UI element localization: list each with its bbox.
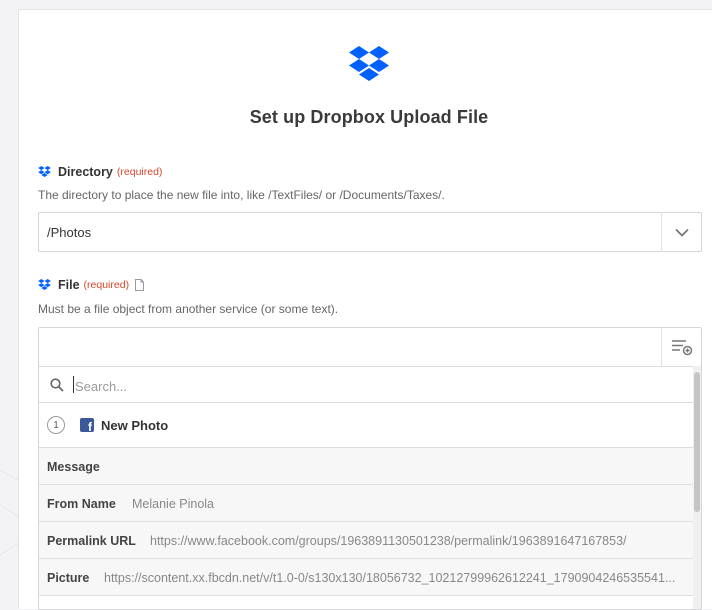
file-label: File xyxy=(58,278,80,292)
insert-data-icon xyxy=(671,340,692,356)
scrollbar-thumb[interactable] xyxy=(694,372,700,512)
file-help-text: Must be a file object from another servi… xyxy=(38,302,339,316)
dropbox-logo-icon xyxy=(349,46,389,81)
directory-select[interactable]: /Photos xyxy=(38,212,702,252)
dropbox-icon xyxy=(38,279,51,291)
directory-help-text: The directory to place the new file into… xyxy=(38,188,445,202)
document-icon xyxy=(135,279,145,291)
directory-label: Directory xyxy=(58,165,113,179)
directory-dropdown-button[interactable] xyxy=(661,213,701,251)
data-picker-dropdown: 1 f New Photo Message From Name Melanie … xyxy=(38,366,702,610)
picker-row-picture[interactable]: Picture https://scontent.xx.fbcdn.net/v/… xyxy=(39,559,695,596)
picker-row-message[interactable]: Message xyxy=(39,448,695,485)
picker-row-permalink-url[interactable]: Permalink URL https://www.facebook.com/g… xyxy=(39,522,695,559)
row-key: From Name xyxy=(47,497,116,511)
insert-data-button[interactable] xyxy=(661,328,701,366)
step-number-badge: 1 xyxy=(47,416,65,434)
row-key: Permalink URL xyxy=(47,534,136,548)
picker-scrollbar[interactable] xyxy=(693,366,701,609)
setup-card: Set up Dropbox Upload File Directory (re… xyxy=(18,9,712,610)
picker-step-row[interactable]: 1 f New Photo xyxy=(39,403,701,448)
picker-search-input[interactable] xyxy=(73,375,677,397)
directory-value: /Photos xyxy=(47,225,92,240)
row-key: Picture xyxy=(47,571,90,585)
search-icon xyxy=(50,378,64,392)
directory-required-tag: (required) xyxy=(116,166,163,178)
directory-label-row: Directory (required) xyxy=(38,165,162,179)
picker-row-from-name[interactable]: From Name Melanie Pinola xyxy=(39,485,695,522)
text-cursor xyxy=(73,376,74,393)
facebook-icon: f xyxy=(80,418,94,434)
step-label: New Photo xyxy=(101,418,169,433)
file-label-row: File (required) xyxy=(38,278,145,292)
file-required-tag: (required) xyxy=(83,279,130,291)
picker-search-row xyxy=(39,366,701,403)
file-input[interactable] xyxy=(38,327,702,367)
dropbox-icon xyxy=(38,166,51,178)
row-value: https://www.facebook.com/groups/19638911… xyxy=(150,534,627,548)
row-key: Message xyxy=(47,460,100,474)
row-value: https://scontent.xx.fbcdn.net/v/t1.0-0/s… xyxy=(104,571,676,585)
chevron-down-icon xyxy=(674,228,689,237)
page-title: Set up Dropbox Upload File xyxy=(249,107,489,127)
row-value: Melanie Pinola xyxy=(132,497,214,511)
